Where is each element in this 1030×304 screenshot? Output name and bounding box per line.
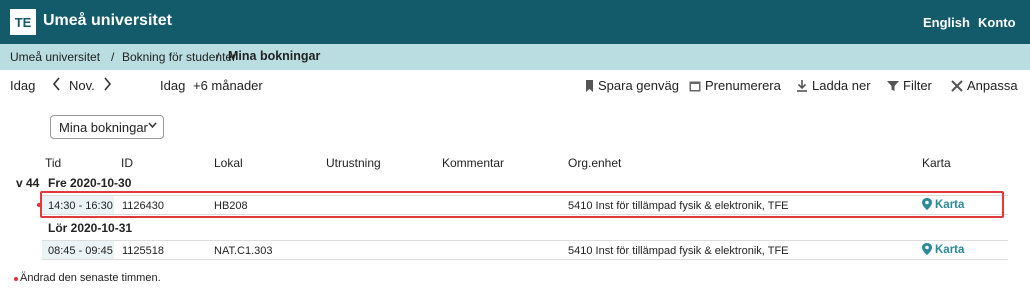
chevron-down-icon	[148, 120, 157, 131]
day-header: Fre 2020-10-30	[48, 176, 132, 190]
konto-link[interactable]: Konto	[978, 15, 1016, 30]
bokningar-select[interactable]: Mina bokningar	[50, 115, 164, 139]
highlight-box	[40, 191, 1004, 218]
tools-icon	[951, 79, 963, 92]
footnote: Ändrad den senaste timmen.	[20, 272, 161, 284]
filter-icon	[887, 80, 899, 91]
filter-label: Filter	[903, 78, 932, 93]
column-org[interactable]: Org.enhet	[568, 156, 621, 170]
chevron-left-icon[interactable]	[52, 77, 61, 95]
spara-label: Spara genväg	[598, 78, 679, 93]
breadcrumb-umea[interactable]: Umeå universitet	[10, 50, 100, 64]
download-icon	[797, 79, 807, 92]
map-pin-icon	[922, 243, 932, 255]
breadcrumb-separator: /	[216, 50, 220, 64]
column-karta[interactable]: Karta	[922, 156, 951, 170]
breadcrumb: Umeå universitet / Bokning för studenter…	[0, 44, 1030, 70]
bookmark-icon	[586, 79, 593, 92]
table-row[interactable]: 08:45 - 09:45 1125518 NAT.C1.303 5410 In…	[42, 240, 1008, 260]
karta-link[interactable]: Karta	[922, 243, 964, 256]
ladda-label: Ladda ner	[812, 78, 871, 93]
idag-range-button[interactable]: Idag	[160, 78, 185, 93]
prenumerera-label: Prenumerera	[705, 78, 781, 93]
prenumerera-button[interactable]: Prenumerera	[689, 78, 781, 93]
filter-button[interactable]: Filter	[887, 78, 932, 93]
column-kommentar[interactable]: Kommentar	[442, 156, 504, 170]
chevron-right-icon[interactable]	[103, 77, 112, 95]
breadcrumb-current: Mina bokningar	[228, 49, 321, 63]
ladda-ner-button[interactable]: Ladda ner	[796, 78, 871, 93]
anpassa-label: Anpassa	[967, 78, 1018, 93]
column-id[interactable]: ID	[121, 156, 133, 170]
spara-genvag-button[interactable]: Spara genväg	[585, 78, 679, 93]
row-org: 5410 Inst för tillämpad fysik & elektron…	[568, 245, 789, 257]
column-utrustning[interactable]: Utrustning	[326, 156, 381, 170]
month-label: Nov.	[69, 78, 95, 93]
column-lokal[interactable]: Lokal	[214, 156, 243, 170]
select-value: Mina bokningar	[59, 120, 148, 135]
row-time: 08:45 - 09:45	[42, 241, 114, 259]
top-header: TE Umeå universitet English Konto	[0, 0, 1030, 44]
breadcrumb-separator: /	[111, 50, 115, 64]
calendar-icon	[689, 81, 701, 91]
week-label: v 44	[16, 176, 40, 190]
legend-dot	[14, 277, 18, 281]
range-button[interactable]: +6 månader	[193, 78, 263, 93]
day-header: Lör 2020-10-31	[48, 221, 133, 235]
karta-label: Karta	[935, 244, 965, 256]
anpassa-button[interactable]: Anpassa	[951, 78, 1018, 93]
english-link[interactable]: English	[923, 15, 970, 30]
row-lokal: NAT.C1.303	[214, 245, 273, 257]
row-id: 1125518	[122, 245, 165, 257]
app-title[interactable]: Umeå universitet	[43, 12, 172, 30]
column-tid[interactable]: Tid	[45, 156, 61, 170]
te-logo[interactable]: TE	[10, 9, 36, 35]
idag-button[interactable]: Idag	[10, 78, 35, 93]
